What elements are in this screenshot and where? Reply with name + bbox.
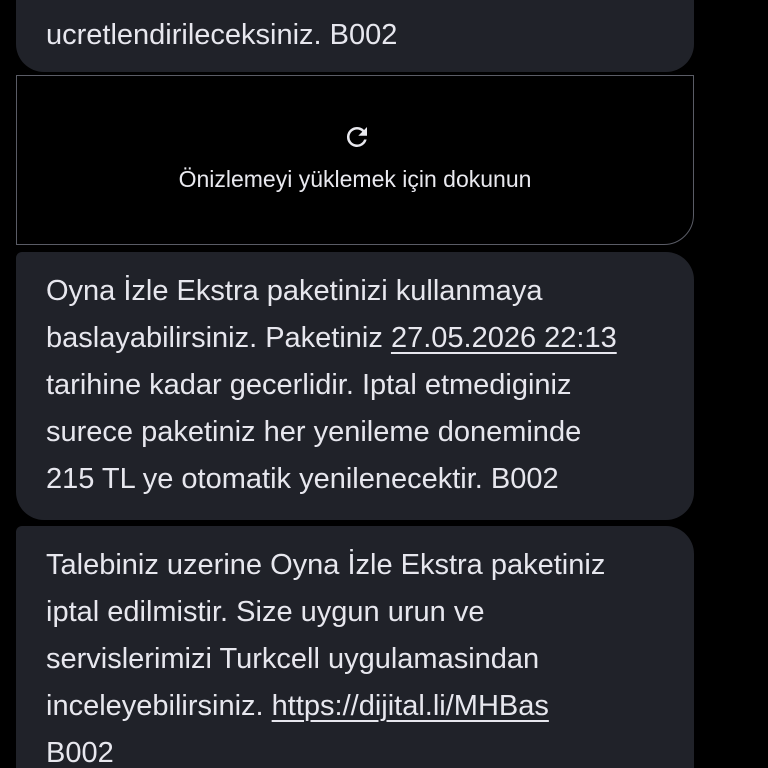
date-link[interactable]: 27.05.2026 22:13 bbox=[391, 322, 617, 354]
message-text-line: 215 TL ye otomatik yenilenecektir. B002 bbox=[46, 463, 559, 495]
message-text-line: tarihine kadar gecerlidir. Iptal etmedig… bbox=[46, 369, 572, 401]
message-bubble-package-cancelled[interactable]: Talebiniz uzerine Oyna İzle Ekstra paket… bbox=[16, 526, 694, 768]
refresh-icon bbox=[346, 127, 367, 147]
message-text-segment: baslayabilirsiniz. Paketiniz bbox=[46, 322, 391, 354]
message-text-line: inceleyebilirsiniz. https://dijital.li/M… bbox=[46, 683, 664, 730]
message-text-line: surece paketiniz her yenileme doneminde bbox=[46, 416, 582, 448]
url-link[interactable]: https://dijital.li/MHBas bbox=[272, 690, 549, 722]
message-text-line: ucretlendirileceksiniz. B002 bbox=[46, 19, 398, 51]
link-preview-card[interactable]: Önizlemeyi yüklemek için dokunun bbox=[16, 75, 694, 245]
message-text-line: Oyna İzle Ekstra paketinizi kullanmaya bbox=[46, 275, 543, 307]
message-text-segment: inceleyebilirsiniz. bbox=[46, 690, 272, 722]
message-bubble-package-active[interactable]: Oyna İzle Ekstra paketinizi kullanmaya b… bbox=[16, 252, 694, 520]
message-text-line: iptal edilmistir. Size uygun urun ve bbox=[46, 596, 485, 628]
message-text-line: B002 bbox=[46, 737, 114, 768]
preview-load-label: Önizlemeyi yüklemek için dokunun bbox=[178, 166, 532, 192]
message-text-line: baslayabilirsiniz. Paketiniz 27.05.2026 … bbox=[46, 315, 664, 362]
message-text-line: servislerimizi Turkcell uygulamasindan bbox=[46, 643, 540, 675]
message-bubble-top[interactable]: ucretlendirileceksiniz. B002 bbox=[16, 0, 694, 72]
message-text-line: Talebiniz uzerine Oyna İzle Ekstra paket… bbox=[46, 549, 606, 581]
